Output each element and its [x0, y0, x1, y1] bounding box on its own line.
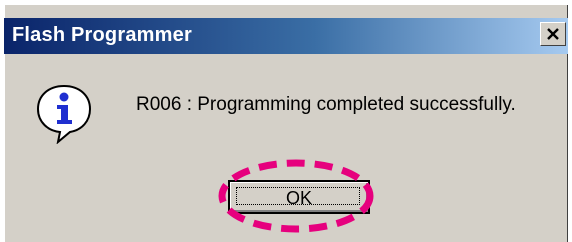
- title-bar[interactable]: Flash Programmer: [4, 18, 568, 54]
- ok-button[interactable]: OK: [228, 180, 370, 214]
- ok-button-label: OK: [285, 188, 312, 208]
- dialog-message: R006 : Programming completed successfull…: [136, 94, 516, 115]
- close-button[interactable]: [540, 22, 566, 46]
- close-icon: [547, 28, 559, 40]
- info-icon: [36, 84, 92, 144]
- dialog-title: Flash Programmer: [12, 24, 192, 46]
